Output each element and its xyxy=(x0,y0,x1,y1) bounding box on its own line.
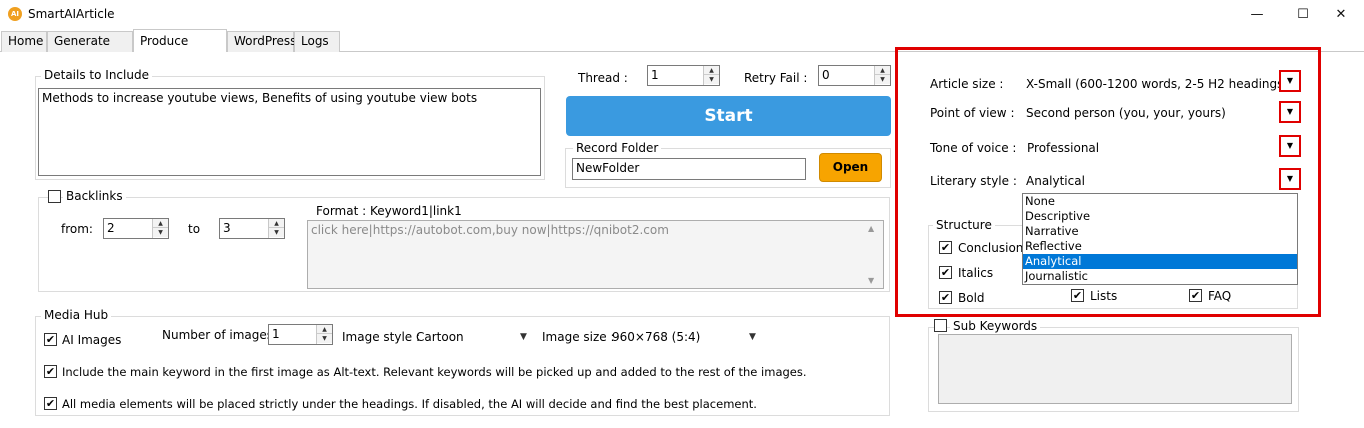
to-up-icon[interactable]: ▲ xyxy=(269,219,284,228)
thread-label: Thread : xyxy=(578,71,628,85)
format-label: Format : Keyword1|link1 xyxy=(316,204,462,218)
details-label: Details to Include xyxy=(41,68,152,82)
from-label: from: xyxy=(61,222,93,236)
image-size-chevron-down-icon[interactable]: ▼ xyxy=(749,332,756,342)
to-label: to xyxy=(188,222,201,236)
point-of-view-chevron-down-icon[interactable]: ▼ xyxy=(1279,101,1301,123)
literary-option-narrative[interactable]: Narrative xyxy=(1023,224,1297,239)
italics-label: Italics xyxy=(958,266,994,280)
from-value: 2 xyxy=(107,221,115,235)
thread-down-icon[interactable]: ▼ xyxy=(704,75,719,84)
literary-option-journalistic[interactable]: Journalistic xyxy=(1023,269,1297,284)
image-style-label: Image style : xyxy=(342,330,421,344)
app-logo-icon: AI xyxy=(8,7,22,21)
tab-home[interactable]: Home xyxy=(1,31,47,52)
tab-generate-title[interactable]: Generate Title xyxy=(47,31,133,67)
alt-text-label: Include the main keyword in the first im… xyxy=(62,365,807,379)
images-down-icon[interactable]: ▼ xyxy=(317,334,332,343)
window-title: SmartAIArticle xyxy=(28,7,115,21)
article-size-chevron-down-icon[interactable]: ▼ xyxy=(1279,70,1301,92)
to-value: 3 xyxy=(223,221,231,235)
image-size-label: Image size : xyxy=(542,330,615,344)
sub-keywords-label: Sub Keywords xyxy=(950,319,1041,333)
thread-value: 1 xyxy=(651,68,659,82)
media-hub-label: Media Hub xyxy=(41,308,112,322)
start-button[interactable]: Start xyxy=(566,96,891,136)
bold-checkbox[interactable]: ✔ xyxy=(939,291,952,304)
article-size-label: Article size : xyxy=(930,77,1004,91)
tone-of-voice-label: Tone of voice : xyxy=(930,141,1017,155)
minimize-icon[interactable]: — xyxy=(1234,4,1280,26)
italics-checkbox[interactable]: ✔ xyxy=(939,266,952,279)
placement-label: All media elements will be placed strict… xyxy=(62,397,757,411)
record-folder-label: Record Folder xyxy=(573,141,662,155)
bold-label: Bold xyxy=(958,291,985,305)
placement-checkbox[interactable]: ✔ xyxy=(44,397,57,410)
backlinks-label: Backlinks xyxy=(63,189,126,203)
literary-option-analytical[interactable]: Analytical xyxy=(1023,254,1297,269)
point-of-view-label: Point of view : xyxy=(930,106,1015,120)
literary-style-select[interactable]: Analytical xyxy=(1026,174,1085,188)
retry-label: Retry Fail : xyxy=(744,71,808,85)
title-bar xyxy=(0,0,1364,30)
thread-stepper[interactable]: 1 ▲ ▼ xyxy=(647,65,720,86)
sub-keywords-textarea[interactable] xyxy=(938,334,1292,404)
alt-text-checkbox[interactable]: ✔ xyxy=(44,365,57,378)
conclusion-checkbox[interactable]: ✔ xyxy=(939,241,952,254)
tone-of-voice-chevron-down-icon[interactable]: ▼ xyxy=(1279,135,1301,157)
literary-option-reflective[interactable]: Reflective xyxy=(1023,239,1297,254)
lists-checkbox[interactable]: ✔ xyxy=(1071,289,1084,302)
lists-label: Lists xyxy=(1090,289,1118,303)
number-of-images-label: Number of images xyxy=(162,328,274,342)
backlinks-checkbox[interactable] xyxy=(48,190,61,203)
number-of-images-stepper[interactable]: 1 ▲ ▼ xyxy=(268,324,333,345)
tone-of-voice-select[interactable]: Professional xyxy=(1027,141,1099,155)
literary-option-descriptive[interactable]: Descriptive xyxy=(1023,209,1297,224)
images-up-icon[interactable]: ▲ xyxy=(317,325,332,334)
image-style-chevron-down-icon[interactable]: ▼ xyxy=(520,332,527,342)
sub-keywords-checkbox[interactable] xyxy=(934,319,947,332)
retry-down-icon[interactable]: ▼ xyxy=(875,75,890,84)
literary-style-chevron-down-icon[interactable]: ▼ xyxy=(1279,168,1301,190)
tab-logs[interactable]: Logs xyxy=(294,31,340,52)
structure-label: Structure xyxy=(933,218,995,232)
literary-option-none[interactable]: None xyxy=(1023,194,1297,209)
conclusion-label: Conclusion xyxy=(958,241,1024,255)
from-down-icon[interactable]: ▼ xyxy=(153,228,168,237)
retry-stepper[interactable]: 0 ▲ ▼ xyxy=(818,65,891,86)
point-of-view-select[interactable]: Second person (you, your, yours) xyxy=(1026,106,1226,120)
tab-wordpress[interactable]: WordPress xyxy=(227,31,296,52)
ai-images-checkbox[interactable]: ✔ xyxy=(44,333,57,346)
retry-up-icon[interactable]: ▲ xyxy=(875,66,890,75)
scroll-up-icon[interactable]: ▲ xyxy=(868,224,874,233)
details-textarea[interactable]: Methods to increase youtube views, Benef… xyxy=(38,88,541,176)
retry-value: 0 xyxy=(822,68,830,82)
literary-style-dropdown[interactable]: None Descriptive Narrative Reflective An… xyxy=(1022,193,1298,285)
faq-checkbox[interactable]: ✔ xyxy=(1189,289,1202,302)
tab-produce-article[interactable]: Produce Article xyxy=(133,29,227,70)
image-size-select[interactable]: 960×768 (5:4) xyxy=(612,330,700,344)
image-style-select[interactable]: Cartoon xyxy=(416,330,464,344)
to-down-icon[interactable]: ▼ xyxy=(269,228,284,237)
article-size-select[interactable]: X-Small (600-1200 words, 2-5 H2 headings… xyxy=(1026,77,1288,91)
close-icon[interactable]: ✕ xyxy=(1318,4,1364,26)
faq-label: FAQ xyxy=(1208,289,1232,303)
number-of-images-value: 1 xyxy=(272,327,280,341)
to-stepper[interactable]: 3 ▲ ▼ xyxy=(219,218,285,239)
record-folder-input[interactable]: NewFolder xyxy=(572,158,806,180)
backlinks-textarea[interactable]: click here|https://autobot.com,buy now|h… xyxy=(307,220,884,289)
open-button[interactable]: Open xyxy=(819,153,882,182)
thread-up-icon[interactable]: ▲ xyxy=(704,66,719,75)
scroll-down-icon[interactable]: ▼ xyxy=(868,276,874,285)
from-up-icon[interactable]: ▲ xyxy=(153,219,168,228)
from-stepper[interactable]: 2 ▲ ▼ xyxy=(103,218,169,239)
literary-style-label: Literary style : xyxy=(930,174,1017,188)
ai-images-label: AI Images xyxy=(62,333,122,347)
